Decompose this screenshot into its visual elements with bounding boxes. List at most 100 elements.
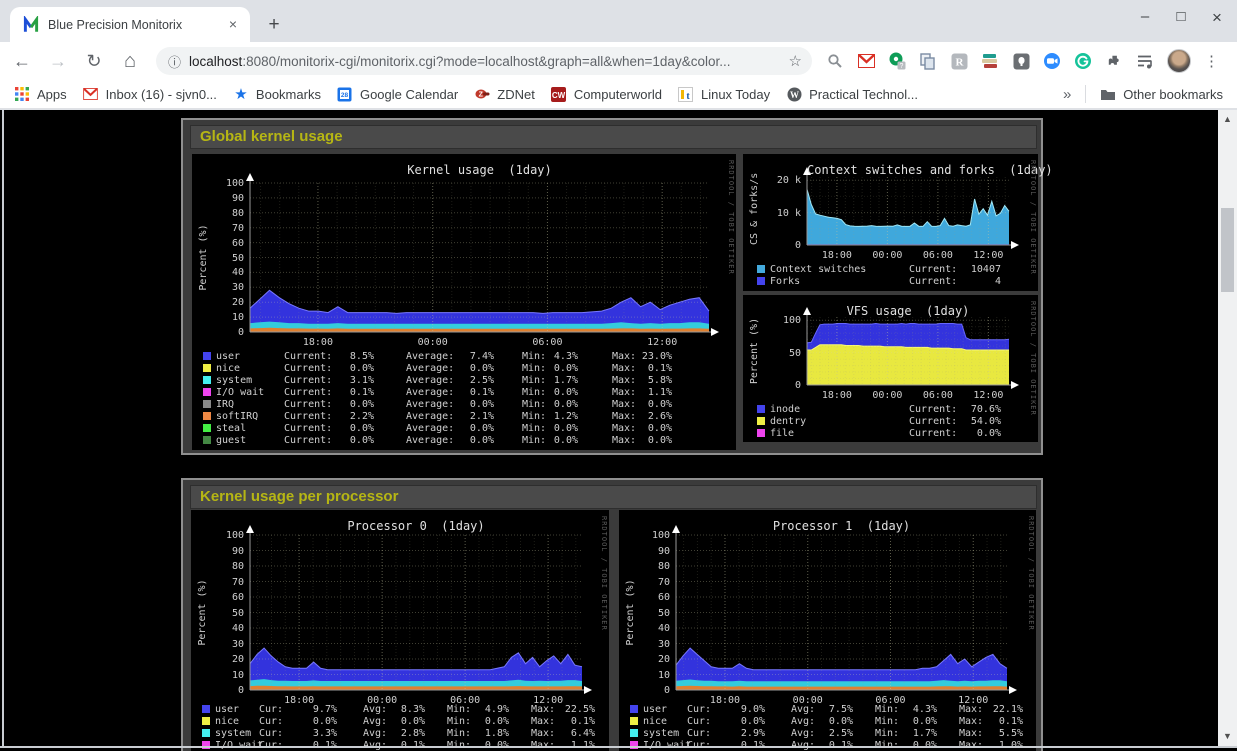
y-tick-label: 20 k bbox=[761, 175, 801, 186]
playlist-icon[interactable] bbox=[1136, 52, 1154, 70]
legend-label: I/O wait bbox=[216, 387, 264, 398]
legend-stat-name: Cur: bbox=[687, 704, 711, 715]
bookmark-star-icon[interactable]: ☆ bbox=[789, 52, 802, 70]
graph-vfs-usage[interactable]: VFS usage (1day)Percent (%)RRDTOOL / TOB… bbox=[743, 295, 1038, 442]
legend-swatch bbox=[203, 424, 211, 432]
url-bar[interactable]: ⓘ localhost:8080/monitorix-cgi/monitorix… bbox=[156, 47, 812, 75]
y-tick-label: 50 bbox=[204, 253, 244, 264]
legend-stat-value: 22.1% bbox=[968, 704, 1023, 715]
bookmarks-overflow-icon[interactable]: » bbox=[1055, 86, 1079, 103]
copy-pages-icon[interactable] bbox=[919, 52, 937, 70]
bookmark-apps[interactable]: Apps bbox=[6, 82, 75, 106]
bookmark-inbox[interactable]: Inbox (16) - sjvn0... bbox=[75, 82, 225, 106]
y-tick-label: 100 bbox=[761, 315, 801, 326]
new-tab-button[interactable]: + bbox=[262, 13, 286, 37]
graph-context-switches[interactable]: Context switches and forks (1day)CS & fo… bbox=[743, 154, 1038, 291]
legend-swatch bbox=[630, 729, 638, 737]
linux-today-icon: t bbox=[678, 86, 694, 102]
voice-icon[interactable]: ? bbox=[888, 52, 906, 70]
graph-processor-0[interactable]: Processor 0 (1day)Percent (%)RRDTOOL / T… bbox=[191, 510, 609, 751]
browser-window: Blue Precision Monitorix × + – □ × ← → ↻… bbox=[0, 0, 1237, 751]
graph-processor-1[interactable]: Processor 1 (1day)Percent (%)RRDTOOL / T… bbox=[619, 510, 1036, 751]
search-icon[interactable] bbox=[826, 52, 844, 70]
bookmark-linux-today[interactable]: t Linux Today bbox=[670, 82, 778, 106]
window-maximize-button[interactable]: □ bbox=[1171, 8, 1191, 28]
y-tick-label: 0 bbox=[761, 380, 801, 391]
page-info-icon[interactable]: ⓘ bbox=[168, 52, 181, 71]
reload-icon[interactable]: ↻ bbox=[80, 47, 108, 75]
legend-stat-value: 10407 bbox=[946, 264, 1001, 275]
bookmark-bookmarks[interactable]: ★ Bookmarks bbox=[225, 82, 329, 106]
y-tick-label: 60 bbox=[204, 592, 244, 603]
back-icon[interactable]: ← bbox=[8, 47, 36, 75]
legend-stat-value: 5.8% bbox=[617, 375, 672, 386]
graph-title: Processor 0 (1day) bbox=[250, 519, 582, 533]
graph-kernel-usage[interactable]: Kernel usage (1day)Percent (%)RRDTOOL / … bbox=[192, 154, 736, 450]
legend-label: user bbox=[643, 704, 667, 715]
y-tick-label: 20 bbox=[204, 654, 244, 665]
legend-stat-value: 0.0% bbox=[319, 363, 374, 374]
keeper-icon[interactable] bbox=[1012, 52, 1030, 70]
browser-menu-icon[interactable]: ⋮ bbox=[1204, 52, 1218, 70]
window-minimize-button[interactable]: – bbox=[1135, 8, 1155, 28]
legend-label: Forks bbox=[770, 276, 800, 287]
legend-stat-value: 0.0% bbox=[454, 716, 509, 727]
other-bookmarks-button[interactable]: Other bookmarks bbox=[1092, 82, 1231, 106]
legend-stat-value: 5.5% bbox=[968, 728, 1023, 739]
window-close-button[interactable]: × bbox=[1207, 8, 1227, 28]
legend-stat-value: 0.0% bbox=[319, 423, 374, 434]
profile-avatar[interactable] bbox=[1167, 49, 1191, 73]
tab-close-icon[interactable]: × bbox=[224, 16, 242, 34]
legend-stat-value: 0.0% bbox=[319, 435, 374, 446]
url-path: :8080/monitorix-cgi/monitorix.cgi?mode=l… bbox=[242, 54, 730, 69]
legend-swatch bbox=[203, 364, 211, 372]
legend-stat-value: 1.8% bbox=[454, 728, 509, 739]
y-axis-label: Percent (%) bbox=[749, 317, 760, 385]
y-tick-label: 40 bbox=[630, 623, 670, 634]
home-icon[interactable]: ⌂ bbox=[116, 47, 144, 75]
legend-label: steal bbox=[216, 423, 246, 434]
legend-stat-value: 0.1% bbox=[319, 387, 374, 398]
legend-label: IRQ bbox=[216, 399, 234, 410]
gmail-icon[interactable] bbox=[857, 52, 875, 70]
grammarly-icon[interactable] bbox=[1074, 52, 1092, 70]
legend-label: user bbox=[216, 351, 240, 362]
legend-stat-value: 0.0% bbox=[523, 435, 578, 446]
page-scrollbar[interactable]: ▲ ▼ bbox=[1218, 110, 1237, 746]
extensions-puzzle-icon[interactable] bbox=[1105, 52, 1123, 70]
legend-stat-value: 0.0% bbox=[710, 716, 765, 727]
forward-icon[interactable]: → bbox=[44, 47, 72, 75]
bookmark-google-calendar[interactable]: 28 Google Calendar bbox=[329, 82, 466, 106]
books-icon[interactable] bbox=[981, 52, 999, 70]
bookmark-label: Apps bbox=[37, 87, 67, 102]
legend-stat-value: 0.0% bbox=[282, 716, 337, 727]
bookmark-label: ZDNet bbox=[497, 87, 535, 102]
svg-text:?: ? bbox=[900, 63, 904, 70]
x-tick-label: 06:00 bbox=[527, 337, 567, 348]
y-tick-label: 30 bbox=[204, 639, 244, 650]
x-tick-label: 18:00 bbox=[817, 250, 857, 261]
scrollbar-up-icon[interactable]: ▲ bbox=[1218, 111, 1237, 127]
legend-label: system bbox=[643, 728, 679, 739]
bookmark-label: Inbox (16) - sjvn0... bbox=[106, 87, 217, 102]
legend-stat-value: 4.3% bbox=[523, 351, 578, 362]
legend-label: system bbox=[215, 728, 251, 739]
scrollbar-down-icon[interactable]: ▼ bbox=[1218, 728, 1237, 744]
url-text[interactable]: localhost:8080/monitorix-cgi/monitorix.c… bbox=[189, 54, 783, 69]
bookmark-label: Linux Today bbox=[701, 87, 770, 102]
r-extension-icon[interactable]: R bbox=[950, 52, 968, 70]
legend-stat-value: 0.0% bbox=[523, 399, 578, 410]
page-content: Global kernel usage Kernel usage (1day)P… bbox=[0, 110, 1237, 751]
legend-swatch bbox=[630, 717, 638, 725]
bookmark-zdnet[interactable]: Z ZDNet bbox=[466, 82, 543, 106]
section-kernel-usage-per-processor: Kernel usage per processor Processor 0 (… bbox=[181, 478, 1043, 751]
browser-tab[interactable]: Blue Precision Monitorix × bbox=[10, 7, 250, 42]
bookmark-practical-technology[interactable]: W Practical Technol... bbox=[778, 82, 926, 106]
scrollbar-thumb[interactable] bbox=[1221, 208, 1234, 292]
legend-swatch bbox=[203, 352, 211, 360]
zoom-icon[interactable] bbox=[1043, 52, 1061, 70]
x-tick-label: 18:00 bbox=[298, 337, 338, 348]
legend-stat-value: 2.8% bbox=[370, 728, 425, 739]
bookmark-computerworld[interactable]: CW Computerworld bbox=[543, 82, 670, 106]
computerworld-icon: CW bbox=[551, 86, 567, 102]
